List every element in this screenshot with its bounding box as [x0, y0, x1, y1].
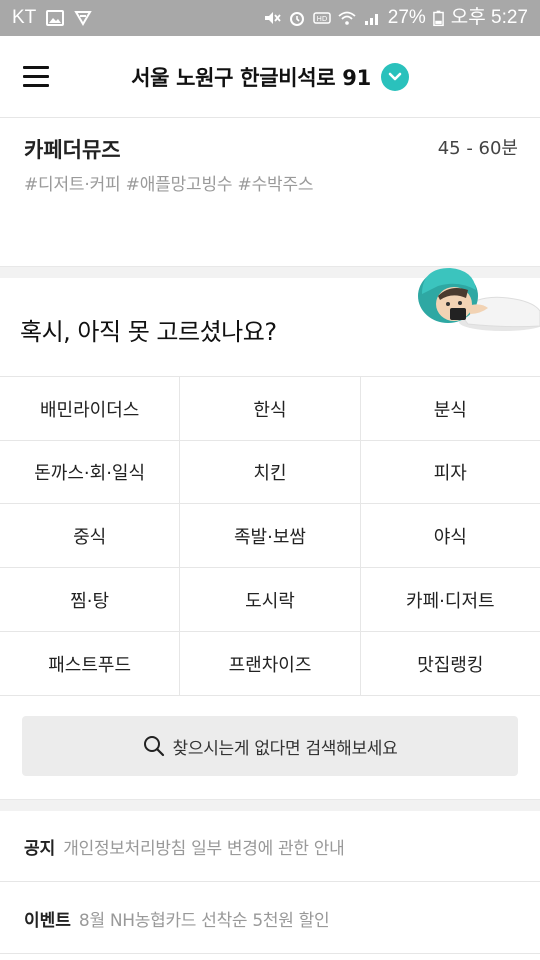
search-icon — [143, 736, 164, 757]
category-chinese[interactable]: 중식 — [0, 504, 181, 567]
category-lunchbox[interactable]: 도시락 — [180, 568, 361, 631]
signal-icon — [364, 14, 378, 25]
category-row: 돈까스·회·일식 치킨 피자 — [0, 441, 540, 504]
category-cafe-dessert[interactable]: 카페·디저트 — [361, 568, 540, 631]
category-grid: 배민라이더스 한식 분식 돈까스·회·일식 치킨 피자 중식 족발·보쌈 야식 … — [0, 376, 540, 696]
event-item[interactable]: 이벤트 8월 NH농협카드 선착순 5천원 할인 — [0, 883, 540, 954]
category-snack[interactable]: 분식 — [361, 377, 540, 440]
alarm-icon — [289, 12, 304, 26]
notice-text: 개인정보처리방침 일부 변경에 관한 안내 — [63, 838, 345, 859]
notice-tag: 공지 — [24, 838, 56, 859]
restaurant-name: 카페더뮤즈 — [24, 138, 121, 162]
status-left: KT — [12, 7, 93, 29]
section-divider — [0, 799, 540, 811]
chevron-down-icon — [380, 63, 409, 91]
category-prompt: 혹시, 아직 못 고르셨나요? — [0, 268, 540, 376]
wifi-icon — [338, 11, 356, 25]
question-heading: 혹시, 아직 못 고르셨나요? — [20, 318, 277, 346]
app-header: 서울 노원구 한글비석로 91 — [0, 36, 540, 118]
category-jokbal[interactable]: 족발·보쌈 — [180, 504, 361, 567]
category-row: 배민라이더스 한식 분식 — [0, 377, 540, 441]
category-korean[interactable]: 한식 — [180, 377, 361, 440]
status-right: HD 27% 오후 5:27 — [263, 7, 528, 29]
svg-text:HD: HD — [316, 15, 327, 23]
category-pizza[interactable]: 피자 — [361, 441, 540, 503]
category-baemin-riders[interactable]: 배민라이더스 — [0, 377, 181, 440]
search-button[interactable]: 찾으시는게 없다면 검색해보세요 — [22, 716, 518, 776]
category-franchise[interactable]: 프랜차이즈 — [180, 632, 361, 695]
category-fastfood[interactable]: 패스트푸드 — [0, 632, 181, 695]
category-row: 패스트푸드 프랜차이즈 맛집랭킹 — [0, 632, 540, 696]
event-text: 8월 NH농협카드 선착순 5천원 할인 — [78, 910, 330, 931]
battery-icon — [432, 10, 444, 27]
category-stew[interactable]: 찜·탕 — [0, 568, 181, 631]
category-late-night[interactable]: 야식 — [361, 504, 540, 567]
battery-percent: 27% — [387, 7, 426, 28]
mute-icon — [264, 12, 281, 24]
category-row: 찜·탕 도시락 카페·디저트 — [0, 568, 540, 632]
category-row: 중식 족발·보쌈 야식 — [0, 504, 540, 568]
address-selector[interactable]: 서울 노원구 한글비석로 91 — [0, 62, 540, 92]
notification-icon — [74, 11, 93, 26]
carrier-label: KT — [12, 7, 37, 28]
notice-item[interactable]: 공지 개인정보처리방침 일부 변경에 관한 안내 — [0, 811, 540, 882]
gallery-icon — [46, 10, 65, 26]
category-ranking[interactable]: 맛집랭킹 — [361, 632, 540, 695]
mascot-illustration — [418, 268, 540, 331]
event-tag: 이벤트 — [24, 910, 71, 931]
clock: 오후 5:27 — [450, 7, 528, 28]
category-japanese[interactable]: 돈까스·회·일식 — [0, 441, 181, 503]
search-label: 찾으시는게 없다면 검색해보세요 — [172, 738, 398, 759]
category-chicken[interactable]: 치킨 — [180, 441, 361, 503]
restaurant-tags: #디저트·커피 #애플망고빙수 #수박주스 — [24, 175, 314, 195]
status-bar: KT HD 27% 오후 5:27 — [0, 0, 540, 36]
restaurant-card[interactable]: 카페더뮤즈 45 - 60분 #디저트·커피 #애플망고빙수 #수박주스 — [0, 118, 540, 266]
hd-icon: HD — [313, 12, 331, 24]
delivery-time: 45 - 60분 — [437, 138, 518, 159]
address-label: 서울 노원구 한글비석로 91 — [131, 66, 371, 90]
